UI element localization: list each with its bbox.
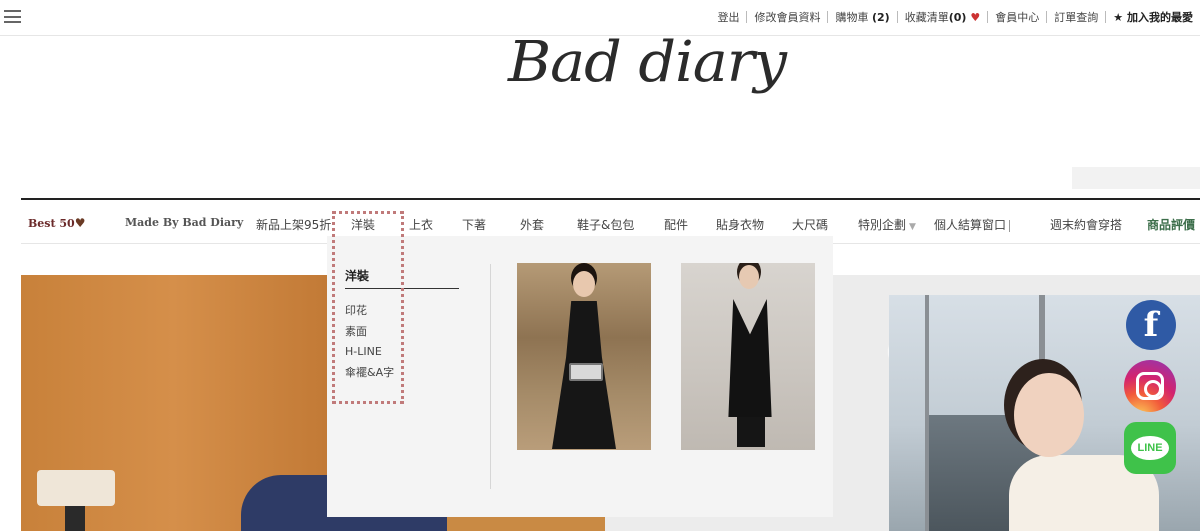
nav-best-label: Best 50 bbox=[28, 217, 75, 230]
search-box[interactable] bbox=[1072, 167, 1200, 189]
line-icon[interactable]: LINE bbox=[1124, 422, 1176, 474]
logo-text: Bad diary bbox=[508, 30, 787, 95]
facebook-icon[interactable]: f bbox=[1126, 300, 1176, 350]
instagram-icon[interactable] bbox=[1124, 360, 1176, 412]
hamburger-menu-icon[interactable] bbox=[4, 10, 21, 23]
handbag bbox=[569, 363, 603, 381]
nav-reviews[interactable]: 商品評價 bbox=[1147, 216, 1195, 233]
model-face bbox=[1014, 373, 1084, 457]
nav-weekend-date[interactable]: 週末約會穿搭 bbox=[1050, 216, 1122, 233]
nav-made-by[interactable]: Made By Bad Diary bbox=[125, 216, 243, 229]
nav-checkout-label: 個人結算窗口 bbox=[934, 218, 1007, 232]
nav-bottoms[interactable]: 下著 bbox=[462, 216, 486, 233]
model-head bbox=[573, 271, 595, 297]
nav-best-50[interactable]: Best 50♥ bbox=[28, 216, 85, 230]
cart-count: (2) bbox=[871, 11, 890, 24]
facebook-glyph: f bbox=[1143, 305, 1159, 345]
cart-label: 購物車 bbox=[835, 11, 869, 24]
product-image[interactable] bbox=[681, 263, 815, 450]
cart-link[interactable]: 購物車 (2) bbox=[828, 9, 896, 25]
black-tights bbox=[737, 417, 765, 447]
model-head bbox=[739, 265, 759, 289]
nav-new-arrivals[interactable]: 新品上架95折 bbox=[256, 216, 331, 233]
nav-shoes-bags[interactable]: 鞋子&包包 bbox=[577, 216, 634, 233]
lace-garment bbox=[327, 517, 447, 531]
nav-tops[interactable]: 上衣 bbox=[409, 216, 433, 233]
heart-icon: ♥ bbox=[74, 216, 86, 230]
divider bbox=[1009, 219, 1011, 232]
dropdown-arrow-icon: ▼ bbox=[909, 222, 916, 232]
line-label: LINE bbox=[1131, 436, 1169, 460]
window-frame bbox=[925, 295, 929, 531]
nav-special-label: 特別企劃 bbox=[858, 218, 907, 232]
add-favorite-link[interactable]: ★ 加入我的最愛 bbox=[1106, 9, 1200, 25]
wishlist-label: 收藏清單 bbox=[904, 11, 949, 24]
camera-glyph bbox=[1136, 372, 1164, 400]
heart-icon: ♥ bbox=[970, 11, 981, 24]
lamp-base bbox=[65, 506, 85, 531]
site-logo[interactable]: Bad diary bbox=[508, 30, 787, 130]
add-favorite-label: ★ 加入我的最愛 bbox=[1113, 11, 1193, 24]
hero-banner-strip bbox=[327, 517, 605, 531]
account-links: 登出 修改會員資料 購物車 (2) 收藏清單(0) ♥ 會員中心 訂單查詢 ★ 加… bbox=[710, 9, 1200, 25]
hero-banner-strip bbox=[605, 517, 833, 531]
nav-plus-size[interactable]: 大尺碼 bbox=[792, 216, 828, 233]
lace-garment bbox=[241, 475, 327, 531]
highlight-box bbox=[332, 211, 404, 404]
lamp-shade bbox=[37, 470, 115, 506]
member-center-link[interactable]: 會員中心 bbox=[988, 9, 1046, 25]
edit-profile-link[interactable]: 修改會員資料 bbox=[747, 9, 827, 25]
wishlist-link[interactable]: 收藏清單(0) ♥ bbox=[898, 9, 988, 25]
wishlist-count: (0) bbox=[948, 11, 967, 24]
black-pinafore-dress bbox=[728, 299, 772, 417]
nav-checkout-window[interactable]: 個人結算窗口 bbox=[934, 216, 1011, 233]
nav-accessories[interactable]: 配件 bbox=[664, 216, 688, 233]
divider bbox=[490, 264, 491, 489]
order-lookup-link[interactable]: 訂單查詢 bbox=[1047, 9, 1105, 25]
nav-outerwear[interactable]: 外套 bbox=[520, 216, 544, 233]
logout-link[interactable]: 登出 bbox=[710, 9, 746, 25]
nav-intimates[interactable]: 貼身衣物 bbox=[716, 216, 764, 233]
product-image[interactable] bbox=[517, 263, 651, 450]
nav-special[interactable]: 特別企劃 ▼ bbox=[858, 216, 916, 233]
hero-banner-left[interactable] bbox=[21, 275, 327, 531]
